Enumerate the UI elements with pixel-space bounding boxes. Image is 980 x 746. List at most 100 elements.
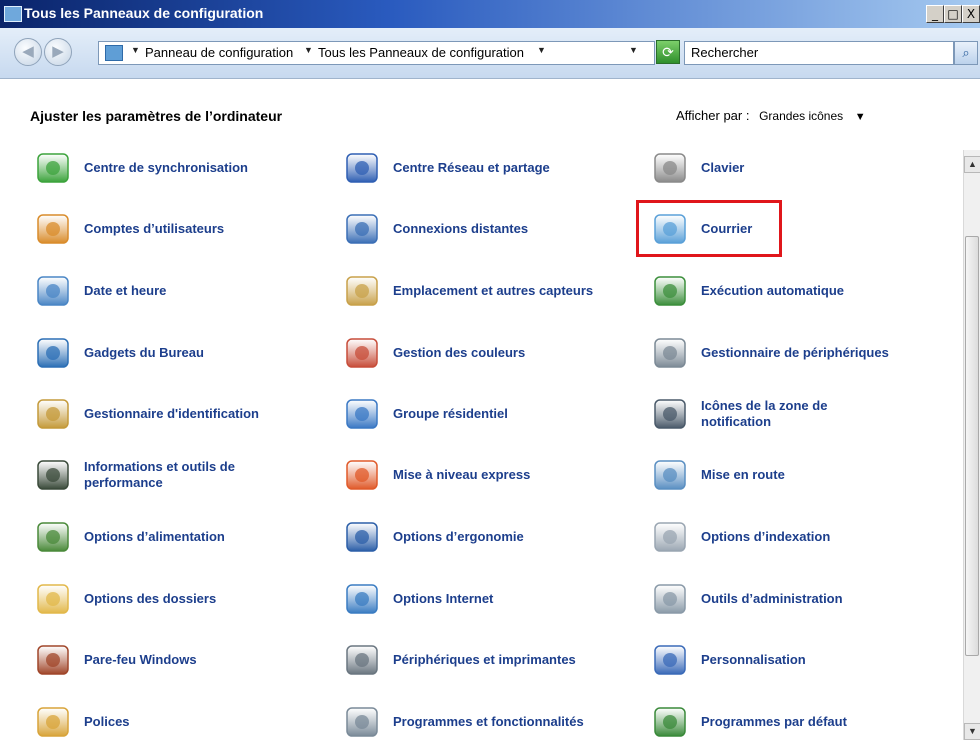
autoplay-icon (651, 272, 689, 310)
personalization-icon (651, 641, 689, 679)
item-label[interactable]: Options des dossiers (84, 591, 216, 607)
item-label[interactable]: Gestionnaire d'identification (84, 406, 259, 422)
item-label[interactable]: Icônes de la zone de notification (701, 398, 901, 430)
item-label[interactable]: Exécution automatique (701, 283, 844, 299)
item-label[interactable]: Centre Réseau et partage (393, 160, 550, 176)
back-button[interactable]: ◀ (14, 38, 42, 66)
control-panel-item[interactable]: Mise en route (651, 452, 951, 498)
control-panel-item[interactable]: Programmes par défaut (651, 699, 951, 745)
control-panel-item[interactable]: Icônes de la zone de notification (651, 391, 951, 437)
item-label[interactable]: Pare-feu Windows (84, 652, 197, 668)
item-label[interactable]: Programmes et fonctionnalités (393, 714, 584, 730)
vertical-scrollbar[interactable]: ▲ ▼ (963, 150, 980, 740)
item-label[interactable]: Personnalisation (701, 652, 806, 668)
control-panel-item[interactable]: Date et heure (34, 268, 334, 314)
control-panel-item[interactable]: Périphériques et imprimantes (343, 637, 643, 683)
address-box[interactable]: ▼ Panneau de configuration ▼ Tous les Pa… (98, 41, 655, 65)
item-label[interactable]: Gadgets du Bureau (84, 345, 204, 361)
refresh-icon[interactable]: ⟳ (656, 40, 680, 64)
item-label[interactable]: Informations et outils de performance (84, 459, 284, 491)
item-label[interactable]: Options d’indexation (701, 529, 830, 545)
control-panel-item[interactable]: Gestionnaire d'identification (34, 391, 334, 437)
item-label[interactable]: Comptes d’utilisateurs (84, 221, 224, 237)
control-panel-item[interactable]: Options Internet (343, 576, 643, 622)
search-icon[interactable]: ⌕ (954, 41, 978, 65)
control-panel-item[interactable]: Options d’indexation (651, 514, 951, 560)
control-panel-icon (4, 6, 22, 22)
address-bar-area: ◀ ▶ ▼ Panneau de configuration ▼ Tous le… (0, 28, 980, 79)
control-panel-item[interactable]: Personnalisation (651, 637, 951, 683)
control-panel-item[interactable]: Clavier (651, 145, 951, 191)
control-panel-item[interactable]: Pare-feu Windows (34, 637, 334, 683)
item-label[interactable]: Polices (84, 714, 130, 730)
control-panel-item[interactable]: Mise à niveau express (343, 452, 643, 498)
color-management-icon (343, 334, 381, 372)
item-label[interactable]: Options d’ergonomie (393, 529, 524, 545)
item-label[interactable]: Clavier (701, 160, 744, 176)
view-by[interactable]: Afficher par : Grandes icônes ▼ (676, 108, 866, 123)
control-panel-item[interactable]: Options des dossiers (34, 576, 334, 622)
network-icon (343, 149, 381, 187)
item-label[interactable]: Périphériques et imprimantes (393, 652, 576, 668)
control-panel-item[interactable]: Options d’ergonomie (343, 514, 643, 560)
control-panel-item[interactable]: Groupe résidentiel (343, 391, 643, 437)
control-panel-item[interactable]: Centre Réseau et partage (343, 145, 643, 191)
control-panel-item[interactable]: Connexions distantes (343, 206, 643, 252)
breadcrumb-control-panel[interactable]: Panneau de configuration (145, 45, 293, 60)
item-label[interactable]: Mise en route (701, 467, 785, 483)
default-programs-icon (651, 703, 689, 741)
admin-tools-icon (651, 580, 689, 618)
item-label[interactable]: Date et heure (84, 283, 166, 299)
chevron-down-icon[interactable]: ▼ (855, 111, 866, 123)
indexing-icon (651, 518, 689, 556)
control-panel-item[interactable]: Comptes d’utilisateurs (34, 206, 334, 252)
control-panel-item[interactable]: Outils d’administration (651, 576, 951, 622)
view-by-value[interactable]: Grandes icônes (759, 109, 843, 123)
breadcrumb-all-control-panel[interactable]: Tous les Panneaux de configuration (318, 45, 524, 60)
control-panel-item[interactable]: Centre de synchronisation (34, 145, 334, 191)
item-label[interactable]: Groupe résidentiel (393, 406, 508, 422)
folder-options-icon (34, 580, 72, 618)
scroll-down-button[interactable]: ▼ (964, 723, 980, 740)
control-panel-item[interactable]: Informations et outils de performance (34, 452, 334, 498)
forward-button[interactable]: ▶ (44, 38, 72, 66)
item-label[interactable]: Gestion des couleurs (393, 345, 525, 361)
maximize-button[interactable]: □ (944, 5, 962, 23)
fonts-icon (34, 703, 72, 741)
control-panel-item[interactable]: Emplacement et autres capteurs (343, 268, 643, 314)
location-sensors-icon (343, 272, 381, 310)
search-input[interactable]: Rechercher (684, 41, 954, 65)
item-label[interactable]: Gestionnaire de périphériques (701, 345, 889, 361)
item-label[interactable]: Programmes par défaut (701, 714, 847, 730)
chevron-down-icon[interactable]: ▼ (537, 45, 546, 55)
history-dropdown-icon[interactable]: ▼ (629, 45, 638, 55)
item-label[interactable]: Centre de synchronisation (84, 160, 248, 176)
item-label[interactable]: Outils d’administration (701, 591, 843, 607)
close-button[interactable]: X (962, 5, 980, 23)
item-label[interactable]: Connexions distantes (393, 221, 528, 237)
control-panel-item[interactable]: Options d’alimentation (34, 514, 334, 560)
firewall-icon (34, 641, 72, 679)
chevron-right-icon[interactable]: ▼ (304, 45, 313, 55)
scroll-thumb[interactable] (965, 236, 979, 656)
getting-started-icon (651, 456, 689, 494)
chevron-right-icon[interactable]: ▼ (131, 45, 140, 55)
view-by-label: Afficher par : (676, 108, 750, 123)
item-label[interactable]: Options d’alimentation (84, 529, 225, 545)
item-label[interactable]: Options Internet (393, 591, 493, 607)
control-panel-item[interactable]: Polices (34, 699, 334, 745)
minimize-button[interactable]: _ (926, 5, 944, 23)
windows-logo-icon (343, 456, 381, 494)
control-panel-item[interactable]: Exécution automatique (651, 268, 951, 314)
control-panel-item[interactable]: Programmes et fonctionnalités (343, 699, 643, 745)
item-label[interactable]: Mise à niveau express (393, 467, 530, 483)
control-panel-item[interactable]: Gadgets du Bureau (34, 330, 334, 376)
scroll-up-button[interactable]: ▲ (964, 156, 980, 173)
item-label[interactable]: Emplacement et autres capteurs (393, 283, 593, 299)
control-panel-item[interactable]: Gestion des couleurs (343, 330, 643, 376)
control-panel-item[interactable]: Gestionnaire de périphériques (651, 330, 951, 376)
clock-icon (34, 272, 72, 310)
remote-connections-icon (343, 210, 381, 248)
highlight-box (636, 200, 782, 257)
users-icon (34, 210, 72, 248)
